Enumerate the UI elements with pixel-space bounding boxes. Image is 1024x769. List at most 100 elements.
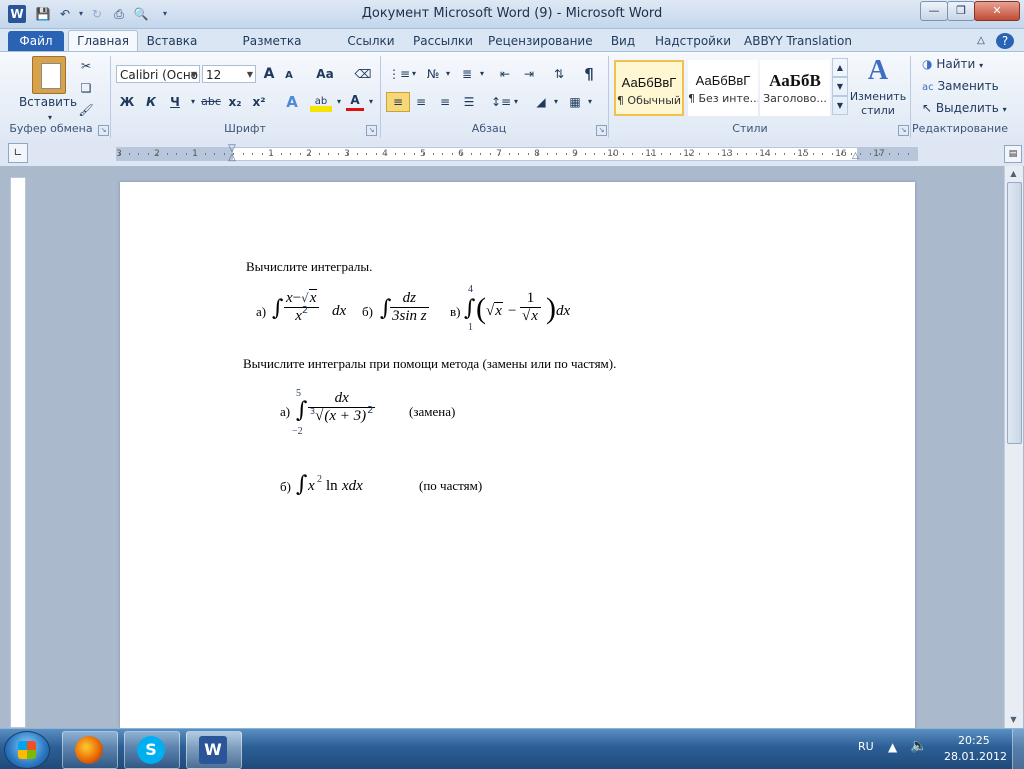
tab-insert[interactable]: Вставка bbox=[144, 31, 200, 51]
help-icon[interactable]: ? bbox=[996, 33, 1014, 49]
style-heading1[interactable]: АаБбВ Заголово... bbox=[760, 60, 830, 116]
tray-arrow-icon[interactable]: ▲ bbox=[888, 740, 897, 754]
tab-mailings[interactable]: Рассылки bbox=[410, 31, 476, 51]
select-dropdown-icon[interactable]: ▾ bbox=[1003, 105, 1007, 114]
taskbar-firefox[interactable] bbox=[62, 731, 118, 769]
tab-page-layout[interactable]: Разметка страницы bbox=[212, 31, 332, 68]
font-color-dropdown-icon[interactable]: ▾ bbox=[366, 92, 376, 112]
change-case-button[interactable]: Aa bbox=[310, 64, 340, 84]
tab-review[interactable]: Рецензирование bbox=[488, 31, 593, 51]
underline-dropdown-icon[interactable]: ▾ bbox=[188, 92, 198, 112]
volume-icon[interactable]: 🔈 bbox=[910, 738, 927, 754]
tab-view[interactable]: Вид bbox=[604, 31, 642, 51]
clipboard-launcher-icon[interactable]: ↘ bbox=[98, 125, 109, 136]
change-styles-icon[interactable]: A bbox=[858, 54, 898, 88]
font-name-combo[interactable]: Calibri (Осно ▼ bbox=[116, 65, 200, 83]
change-styles-button-line2[interactable]: стили bbox=[848, 104, 908, 118]
increase-indent-icon[interactable]: ⇥ bbox=[518, 64, 540, 84]
numbering-dropdown-icon[interactable]: ▾ bbox=[444, 64, 452, 84]
taskbar: S W RU ▲ 🔈 20:25 28.01.2012 bbox=[0, 728, 1024, 769]
styles-scroll-up-icon[interactable]: ▲ bbox=[832, 58, 848, 77]
document-page[interactable]: Вычислите интегралы. а) ∫ x−√x x2 dx б) … bbox=[120, 182, 915, 728]
align-right-icon[interactable]: ≡ bbox=[434, 92, 456, 112]
scroll-down-icon[interactable]: ▼ bbox=[1007, 714, 1020, 726]
taskbar-skype[interactable]: S bbox=[124, 731, 180, 769]
scroll-thumb[interactable] bbox=[1007, 182, 1022, 444]
replace-button[interactable]: ac Заменить bbox=[922, 76, 999, 96]
decrease-indent-icon[interactable]: ⇤ bbox=[494, 64, 516, 84]
select-button[interactable]: ↖ Выделить ▾ bbox=[922, 98, 1007, 118]
vertical-scrollbar[interactable]: ▲ ▼ bbox=[1004, 166, 1023, 728]
indent-marker-icon[interactable]: ▽ △ bbox=[226, 144, 238, 163]
text-effects-icon[interactable]: A bbox=[280, 92, 304, 112]
align-left-icon[interactable]: ≡ bbox=[386, 92, 410, 112]
bullets-icon[interactable]: ⋮≡ bbox=[388, 64, 410, 84]
paste-icon[interactable] bbox=[32, 56, 66, 94]
scroll-up-icon[interactable]: ▲ bbox=[1007, 168, 1020, 180]
change-styles-button[interactable]: Изменить bbox=[848, 90, 908, 104]
multilevel-dropdown-icon[interactable]: ▾ bbox=[478, 64, 486, 84]
minimize-button[interactable]: — bbox=[920, 1, 948, 21]
align-center-icon[interactable]: ≡ bbox=[410, 92, 432, 112]
strikethrough-button[interactable]: abc bbox=[200, 92, 222, 112]
minimize-ribbon-icon[interactable]: △ bbox=[972, 31, 990, 51]
tab-selector-icon[interactable]: ∟ bbox=[8, 143, 28, 163]
styles-scroll-down-icon[interactable]: ▼ bbox=[832, 77, 848, 96]
format-painter-icon[interactable]: 🖌 bbox=[76, 100, 96, 120]
ruler-tick bbox=[813, 153, 814, 155]
line-spacing-icon[interactable]: ↕≡ bbox=[490, 92, 512, 112]
replace-icon: ac bbox=[922, 82, 934, 93]
font-name-dropdown-icon[interactable]: ▼ bbox=[191, 66, 197, 84]
numbering-icon[interactable]: № bbox=[422, 64, 444, 84]
show-desktop-button[interactable] bbox=[1012, 729, 1024, 769]
styles-more-icon[interactable]: ▼ bbox=[832, 96, 848, 115]
justify-icon[interactable]: ☰ bbox=[458, 92, 480, 112]
vertical-ruler[interactable] bbox=[10, 177, 26, 728]
underline-button[interactable]: Ч bbox=[164, 92, 186, 112]
bold-button[interactable]: Ж bbox=[116, 92, 138, 112]
highlight-dropdown-icon[interactable]: ▾ bbox=[334, 92, 344, 112]
italic-button[interactable]: К bbox=[140, 92, 162, 112]
style-normal[interactable]: АаБбВвГ ¶ Обычный bbox=[614, 60, 684, 116]
clock-date[interactable]: 28.01.2012 bbox=[944, 750, 1007, 763]
tab-home[interactable]: Главная bbox=[68, 30, 138, 52]
highlight-icon[interactable]: ab bbox=[310, 92, 332, 112]
superscript-button[interactable]: x² bbox=[248, 92, 270, 112]
style-no-spacing[interactable]: АаБбВвГ ¶ Без инте... bbox=[688, 60, 758, 116]
right-indent-marker-icon[interactable]: △ bbox=[852, 152, 862, 161]
borders-dropdown-icon[interactable]: ▾ bbox=[586, 92, 594, 112]
font-color-icon[interactable]: A bbox=[346, 92, 364, 111]
close-button[interactable]: ✕ bbox=[974, 1, 1020, 21]
bullets-dropdown-icon[interactable]: ▾ bbox=[410, 64, 418, 84]
language-indicator[interactable]: RU bbox=[858, 740, 874, 753]
restore-button[interactable]: ❐ bbox=[947, 1, 975, 21]
font-size-dropdown-icon[interactable]: ▼ bbox=[247, 66, 253, 84]
shading-icon[interactable]: ◢ bbox=[530, 92, 552, 112]
styles-launcher-icon[interactable]: ↘ bbox=[898, 125, 909, 136]
borders-icon[interactable]: ▦ bbox=[564, 92, 586, 112]
start-button[interactable] bbox=[4, 731, 50, 769]
tab-references[interactable]: Ссылки bbox=[344, 31, 398, 51]
paragraph-launcher-icon[interactable]: ↘ bbox=[596, 125, 607, 136]
subscript-button[interactable]: x₂ bbox=[224, 92, 246, 112]
tab-abbyy[interactable]: ABBYY Translation bbox=[744, 31, 852, 51]
find-dropdown-icon[interactable]: ▾ bbox=[979, 61, 983, 70]
find-button[interactable]: ◑ Найти ▾ bbox=[922, 54, 983, 74]
clock-time[interactable]: 20:25 bbox=[958, 734, 990, 747]
line-spacing-dropdown-icon[interactable]: ▾ bbox=[512, 92, 520, 112]
shading-dropdown-icon[interactable]: ▾ bbox=[552, 92, 560, 112]
copy-icon[interactable]: ❏ bbox=[76, 78, 96, 98]
multilevel-list-icon[interactable]: ≣ bbox=[456, 64, 478, 84]
taskbar-word[interactable]: W bbox=[186, 731, 242, 769]
shrink-font-button[interactable]: A bbox=[280, 66, 298, 86]
clear-formatting-icon[interactable]: ⌫ bbox=[352, 64, 374, 84]
show-formatting-button[interactable]: ¶ bbox=[578, 64, 600, 84]
font-size-combo[interactable]: 12 ▼ bbox=[202, 65, 256, 83]
tab-file[interactable]: Файл bbox=[8, 31, 64, 51]
cut-icon[interactable]: ✂ bbox=[76, 56, 96, 76]
tab-addins[interactable]: Надстройки bbox=[654, 31, 732, 51]
grow-font-button[interactable]: A bbox=[260, 64, 278, 84]
font-launcher-icon[interactable]: ↘ bbox=[366, 125, 377, 136]
sort-icon[interactable]: ⇅ bbox=[548, 64, 570, 84]
view-ruler-icon[interactable]: ▤ bbox=[1004, 145, 1022, 163]
